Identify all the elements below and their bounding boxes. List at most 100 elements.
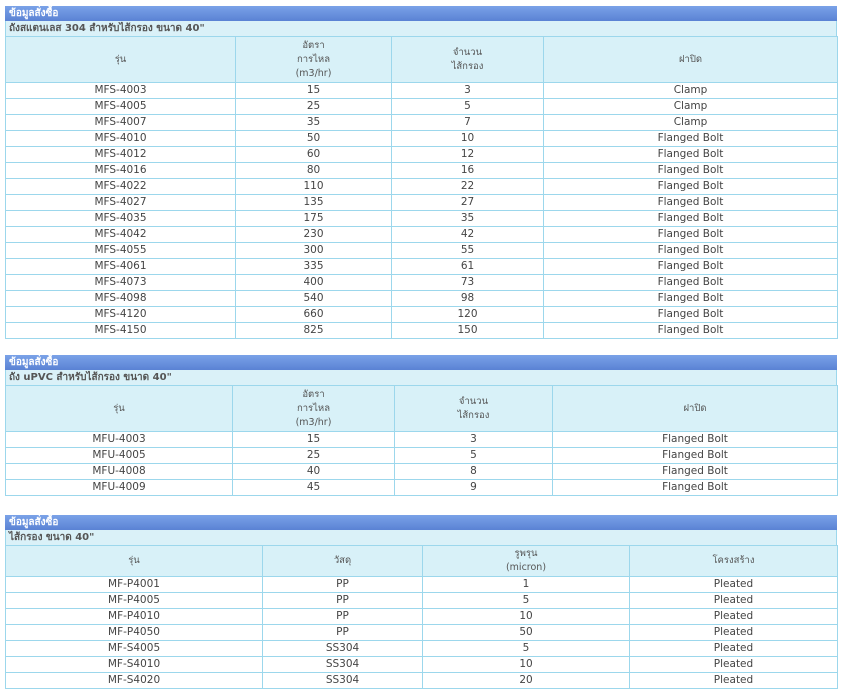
table-cell: 25 — [235, 98, 392, 115]
column-header-text: (m3/hr) — [295, 67, 332, 79]
table-row: MFS-4035 175 35 Flanged Bolt — [5, 210, 838, 227]
table-cell: 1 — [422, 576, 630, 593]
column-header: อัตราการไหล (m3/hr) — [235, 36, 392, 83]
table-cell: MFU-4005 — [5, 447, 233, 464]
column-header: รุ่น — [5, 385, 233, 432]
section-title: ข้อมูลสั่งซื้อ — [5, 6, 837, 21]
column-header-text: การไหล — [296, 53, 331, 65]
order-table: รุ่น อัตรา การไหล (m3/hr) จำนวน ไส้กรอง ฝาปิด … — [5, 36, 838, 339]
section-subtitle: ถัง uPVC สำหรับไส้กรอง ขนาด 40" — [5, 370, 837, 385]
table-cell: 540 — [235, 290, 392, 307]
table-cell: Flanged Bolt — [543, 210, 838, 227]
table-row: MF-S4020 SS304 20 Pleated — [5, 672, 838, 689]
table-cell: 73 — [391, 274, 544, 291]
table-cell: MFS-4055 — [5, 242, 236, 259]
table-cell: MFS-4012 — [5, 146, 236, 163]
table-row: MF-P4010 PP 10 Pleated — [5, 608, 838, 625]
table-cell: 45 — [232, 479, 395, 496]
table-cell: MFS-4027 — [5, 194, 236, 211]
table-row: MFS-4073 400 73 Flanged Bolt — [5, 274, 838, 291]
table-cell: Flanged Bolt — [543, 258, 838, 275]
table-cell: 80 — [235, 162, 392, 179]
table-cell: 35 — [391, 210, 544, 227]
table-cell: Flanged Bolt — [543, 130, 838, 147]
table-cell: 55 — [391, 242, 544, 259]
table-cell: Flanged Bolt — [543, 226, 838, 243]
order-table: รุ่น อัตรา การไหล (m3/hr) จำนวน ไส้กรอง ฝาปิด … — [5, 385, 838, 496]
table-cell: MFS-4010 — [5, 130, 236, 147]
column-header-text: (m3/hr) — [295, 416, 332, 428]
table-cell: MFS-4120 — [5, 306, 236, 323]
column-header: วัสดุ — [262, 545, 423, 577]
table-cell: 825 — [235, 322, 392, 339]
table-cell: 40 — [232, 463, 395, 480]
table-cell: 230 — [235, 226, 392, 243]
table-cell: MFS-4150 — [5, 322, 236, 339]
table-row: MF-P4001 PP 1 Pleated — [5, 576, 838, 593]
table-cell: MFS-4003 — [5, 82, 236, 99]
table-cell: Flanged Bolt — [552, 463, 838, 480]
table-cell: 175 — [235, 210, 392, 227]
table-cell: 22 — [391, 178, 544, 195]
table-cell: SS304 — [262, 656, 423, 673]
table-cell: 20 — [422, 672, 630, 689]
table-row: MFS-4010 50 10 Flanged Bolt — [5, 130, 838, 147]
table-cell: 335 — [235, 258, 392, 275]
column-header: จำนวนไส้กรอง — [391, 36, 544, 83]
table-cell: 10 — [422, 608, 630, 625]
table-cell: 5 — [422, 640, 630, 657]
table-cell: Flanged Bolt — [543, 146, 838, 163]
table-cell: MFU-4009 — [5, 479, 233, 496]
table-cell: 7 — [391, 114, 544, 131]
table-cell: MFS-4073 — [5, 274, 236, 291]
section-title: ข้อมูลสั่งซื้อ — [5, 515, 837, 530]
table-cell: Pleated — [629, 624, 838, 641]
table-cell: 42 — [391, 226, 544, 243]
table-cell: 15 — [232, 431, 395, 448]
table-cell: 50 — [235, 130, 392, 147]
table-cell: 110 — [235, 178, 392, 195]
table-row: MFU-4005 25 5 Flanged Bolt — [5, 447, 838, 464]
table-cell: 5 — [391, 98, 544, 115]
table-cell: 12 — [391, 146, 544, 163]
table-cell: 61 — [391, 258, 544, 275]
table-cell: Pleated — [629, 592, 838, 609]
order-table: รุ่น วัสดุ รูพรุน (micron) โครงสร้าง MF-P400… — [5, 545, 838, 689]
column-header-text: จำนวน — [458, 395, 489, 407]
table-cell: MF-P4001 — [5, 576, 263, 593]
column-header-text: ไส้กรอง — [451, 60, 484, 72]
table-row: MFS-4055 300 55 Flanged Bolt — [5, 242, 838, 259]
table-cell: 300 — [235, 242, 392, 259]
table-cell: Flanged Bolt — [543, 306, 838, 323]
column-header-text: รูพรุน — [514, 548, 538, 559]
column-header-text: อัตรา — [302, 39, 325, 51]
table-cell: 120 — [391, 306, 544, 323]
table-cell: 5 — [422, 592, 630, 609]
table-row: MFU-4003 15 3 Flanged Bolt — [5, 431, 838, 448]
table-cell: 3 — [394, 431, 553, 448]
table-row: MFS-4042 230 42 Flanged Bolt — [5, 226, 838, 243]
table-cell: Pleated — [629, 608, 838, 625]
table-cell: 3 — [391, 82, 544, 99]
column-header-text: จำนวน — [452, 46, 483, 58]
table-row: MFS-4003 15 3 Clamp — [5, 82, 838, 99]
table-cell: Clamp — [543, 114, 838, 131]
table-row: MF-S4010 SS304 10 Pleated — [5, 656, 838, 673]
table-row: MFS-4012 60 12 Flanged Bolt — [5, 146, 838, 163]
table-row: MFS-4120 660 120 Flanged Bolt — [5, 306, 838, 323]
column-header: จำนวน ไส้กรอง — [394, 385, 553, 432]
table-cell: Flanged Bolt — [543, 322, 838, 339]
table-cell: PP — [262, 576, 423, 593]
table-cell: Flanged Bolt — [543, 194, 838, 211]
table-cell: MFS-4022 — [5, 178, 236, 195]
column-header: รุ่น — [5, 545, 263, 577]
column-header: ฝาปิด — [543, 36, 838, 83]
table-cell: PP — [262, 624, 423, 641]
table-cell: Flanged Bolt — [543, 178, 838, 195]
table-cell: MFS-4098 — [5, 290, 236, 307]
table-cell: 9 — [394, 479, 553, 496]
table-cell: Flanged Bolt — [552, 431, 838, 448]
column-header-text: (micron) — [505, 562, 547, 573]
table-row: MFS-4022 110 22 Flanged Bolt — [5, 178, 838, 195]
table-row: MFS-4150 825 150 Flanged Bolt — [5, 322, 838, 339]
